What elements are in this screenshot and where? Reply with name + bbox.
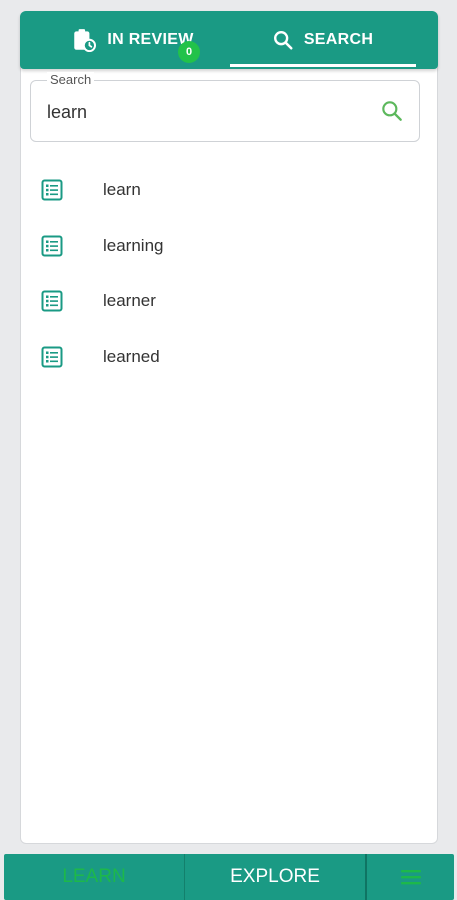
tab-in-review[interactable]: IN REVIEW [40, 11, 225, 69]
nav-learn-button[interactable]: LEARN [4, 854, 185, 900]
list-item[interactable]: learner [30, 273, 420, 329]
list-document-icon [41, 290, 63, 312]
list-item-label: learning [103, 235, 164, 255]
search-field[interactable]: Search [30, 72, 420, 142]
list-item-label: learn [103, 180, 141, 199]
list-item[interactable]: learn [30, 162, 420, 218]
hamburger-menu-icon [400, 870, 421, 885]
tab-search[interactable]: SEARCH [230, 11, 415, 69]
search-icon [273, 31, 293, 50]
list-item[interactable]: learning [30, 218, 420, 274]
search-icon[interactable] [379, 98, 405, 124]
tab-bar: IN REVIEW 0 SEARCH [20, 11, 438, 69]
bottom-navigation: LEARN EXPLORE [4, 854, 454, 900]
list-item-label: learner [103, 291, 156, 310]
review-count-badge: 0 [178, 41, 200, 63]
search-results-list: learn learning learner learned [30, 162, 420, 384]
list-item-label: learned [103, 346, 160, 366]
menu-button[interactable] [367, 854, 454, 900]
nav-explore-button[interactable]: EXPLORE [185, 854, 367, 900]
list-item[interactable]: learned [30, 329, 420, 385]
active-tab-indicator [230, 64, 416, 67]
list-document-icon [41, 346, 63, 367]
clipboard-clock-icon [74, 29, 97, 53]
list-document-icon [41, 235, 63, 256]
search-field-label: Search [47, 72, 95, 87]
search-input[interactable] [45, 97, 369, 127]
list-document-icon [41, 179, 63, 201]
tab-search-label: SEARCH [303, 31, 374, 48]
